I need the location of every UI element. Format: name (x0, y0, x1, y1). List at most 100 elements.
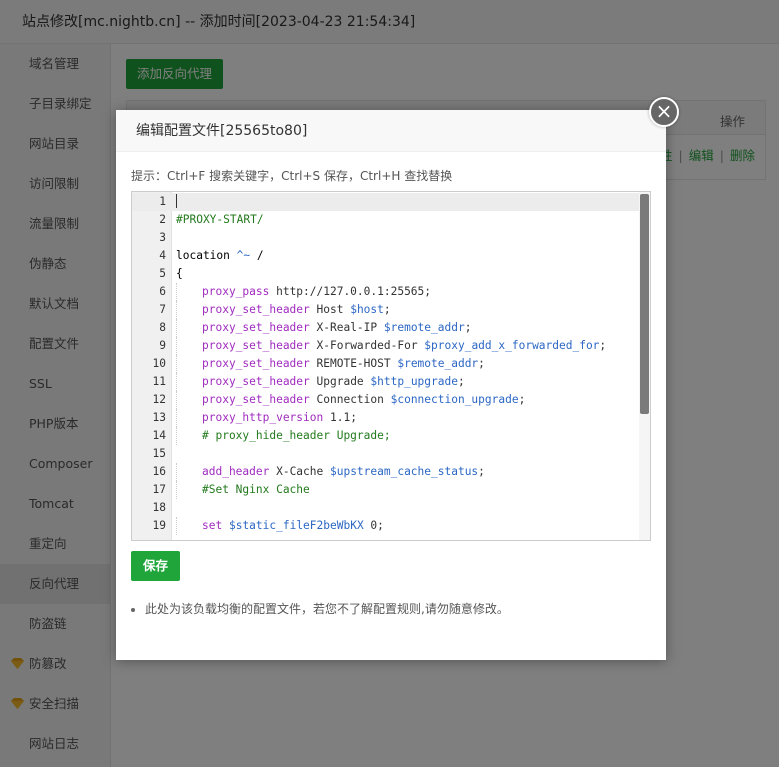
shortcut-tip: 提示：Ctrl+F 搜索关键字，Ctrl+S 保存，Ctrl+H 查找替换 (131, 169, 453, 183)
config-note: 此处为该负载均衡的配置文件，若您不了解配置规则,请勿随意修改。 (131, 600, 509, 617)
text-cursor (176, 194, 177, 208)
code-token: $host (350, 303, 384, 316)
line-code: proxy_set_header Connection $connection_… (176, 391, 525, 409)
indent-guide (176, 391, 202, 409)
code-token: proxy_set_header (202, 321, 310, 334)
indent-guide (176, 373, 202, 391)
code-token: ; (457, 375, 465, 388)
indent-guide (176, 481, 202, 499)
code-token: proxy_http_version (202, 411, 324, 424)
code-token: X-Forwarded-For (309, 339, 425, 352)
line-number: 6 (159, 285, 166, 298)
code-token: $remote_addr (397, 357, 479, 370)
code-line[interactable]: 7 proxy_set_header Host $host; (132, 301, 640, 319)
code-line[interactable]: 13 proxy_http_version 1.1; (132, 409, 640, 427)
code-line[interactable]: 15 (132, 445, 640, 463)
code-token: add_header (202, 465, 270, 478)
line-number: 11 (152, 375, 166, 388)
code-editor[interactable]: 1 2 #PROXY-START/3 4 location ^~ /5{6 proxy_p… (131, 191, 651, 541)
line-code: { (176, 265, 183, 283)
code-line[interactable]: 9 proxy_set_header X-Forwarded-For $proxy… (132, 337, 640, 355)
code-line[interactable]: 11 proxy_set_header Upgrade $http_upgrade… (132, 373, 640, 391)
line-number: 13 (152, 411, 166, 424)
code-token: ; (518, 393, 526, 406)
close-icon[interactable]: × (649, 97, 679, 127)
code-token: ; (464, 321, 472, 334)
line-code: add_header X-Cache $upstream_cache_statu… (176, 463, 485, 481)
code-token: Upgrade (309, 375, 371, 388)
line-code: proxy_set_header Host $host; (176, 301, 391, 319)
bullet-icon (131, 607, 135, 612)
code-token: ; (478, 357, 485, 370)
line-number: 8 (159, 321, 166, 334)
line-code: #PROXY-START/ (176, 211, 264, 229)
indent-guide (176, 463, 202, 481)
code-line[interactable]: 8 proxy_set_header X-Real-IP $remote_addr… (132, 319, 640, 337)
line-number: 1 (159, 195, 166, 208)
line-code: #Set Nginx Cache (176, 481, 310, 499)
line-number: 14 (152, 429, 166, 442)
line-number: 19 (152, 519, 166, 532)
code-token: $http_upgrade (370, 375, 458, 388)
code-token: REMOTE-HOST (309, 357, 398, 370)
code-line[interactable]: 14 # proxy_hide_header Upgrade; (132, 427, 640, 445)
code-line[interactable]: 4 location ^~ / (132, 247, 640, 265)
line-code: # proxy_hide_header Upgrade; (176, 427, 391, 445)
editor-scrollbar-thumb[interactable] (640, 194, 649, 414)
line-code: proxy_http_version 1.1; (176, 409, 357, 427)
code-token: Host (309, 303, 351, 316)
line-code: proxy_set_header X-Real-IP $remote_addr; (176, 319, 471, 337)
code-line[interactable]: 3 (132, 229, 640, 247)
code-token: Connection (309, 393, 391, 406)
code-token: location (176, 249, 237, 262)
code-line[interactable]: 6 proxy_pass http://127.0.0.1:25565; (132, 283, 640, 301)
code-lines[interactable]: 1 2 #PROXY-START/3 4 location ^~ /5{6 proxy_p… (132, 193, 640, 535)
save-button[interactable]: 保存 (131, 551, 181, 581)
code-token: ^~ (236, 249, 251, 262)
code-token: ; (383, 303, 391, 316)
code-token: { (176, 267, 183, 280)
line-code: proxy_set_header X-Forwarded-For $proxy_… (176, 337, 606, 355)
code-token: proxy_set_header (202, 393, 310, 406)
line-number: 9 (159, 339, 166, 352)
code-token: set (202, 519, 223, 532)
code-token: #Set Nginx Cache (202, 483, 310, 496)
code-line[interactable]: 19 set $static_fileF2beWbKX 0; (132, 517, 640, 535)
line-number: 4 (159, 249, 166, 262)
code-line[interactable]: 10 proxy_set_header REMOTE-HOST $remote_a… (132, 355, 640, 373)
line-number: 2 (159, 213, 166, 226)
editor-scrollbar[interactable] (639, 192, 650, 540)
code-token: $static_fileF2beWbKX (228, 519, 364, 532)
code-line[interactable]: 17 #Set Nginx Cache (132, 481, 640, 499)
indent-guide (176, 355, 202, 373)
code-token: # proxy_hide_header Upgrade; (202, 429, 391, 442)
line-number: 12 (152, 393, 166, 406)
line-number: 18 (152, 501, 166, 514)
code-token: X-Cache (269, 465, 330, 478)
code-line[interactable]: 18 (132, 499, 640, 517)
code-line[interactable]: 1 (132, 193, 640, 211)
code-token: proxy_set_header (202, 303, 310, 316)
code-token: $remote_addr (383, 321, 465, 334)
code-line[interactable]: 2 #PROXY-START/ (132, 211, 640, 229)
edit-config-modal: 编辑配置文件[25565to80] × 提示：Ctrl+F 搜索关键字，Ctrl… (116, 97, 679, 660)
indent-guide (176, 337, 202, 355)
code-token: proxy_set_header (202, 357, 310, 370)
line-number: 7 (159, 303, 166, 316)
code-token: X-Real-IP (309, 321, 384, 334)
line-number: 10 (152, 357, 166, 370)
config-note-text: 此处为该负载均衡的配置文件，若您不了解配置规则,请勿随意修改。 (145, 602, 509, 616)
indent-guide (176, 427, 202, 445)
code-token: ; (478, 465, 485, 478)
code-line[interactable]: 5{ (132, 265, 640, 283)
line-code: location ^~ / (176, 247, 264, 265)
code-line[interactable]: 16 add_header X-Cache $upstream_cache_sta… (132, 463, 640, 481)
code-token: $upstream_cache_status (329, 465, 479, 478)
line-code: set $static_fileF2beWbKX 0; (176, 517, 384, 535)
indent-guide (176, 319, 202, 337)
indent-guide (176, 517, 202, 535)
code-line[interactable]: 12 proxy_set_header Connection $connectio… (132, 391, 640, 409)
code-token: proxy_set_header (202, 375, 310, 388)
line-number: 5 (159, 267, 166, 280)
